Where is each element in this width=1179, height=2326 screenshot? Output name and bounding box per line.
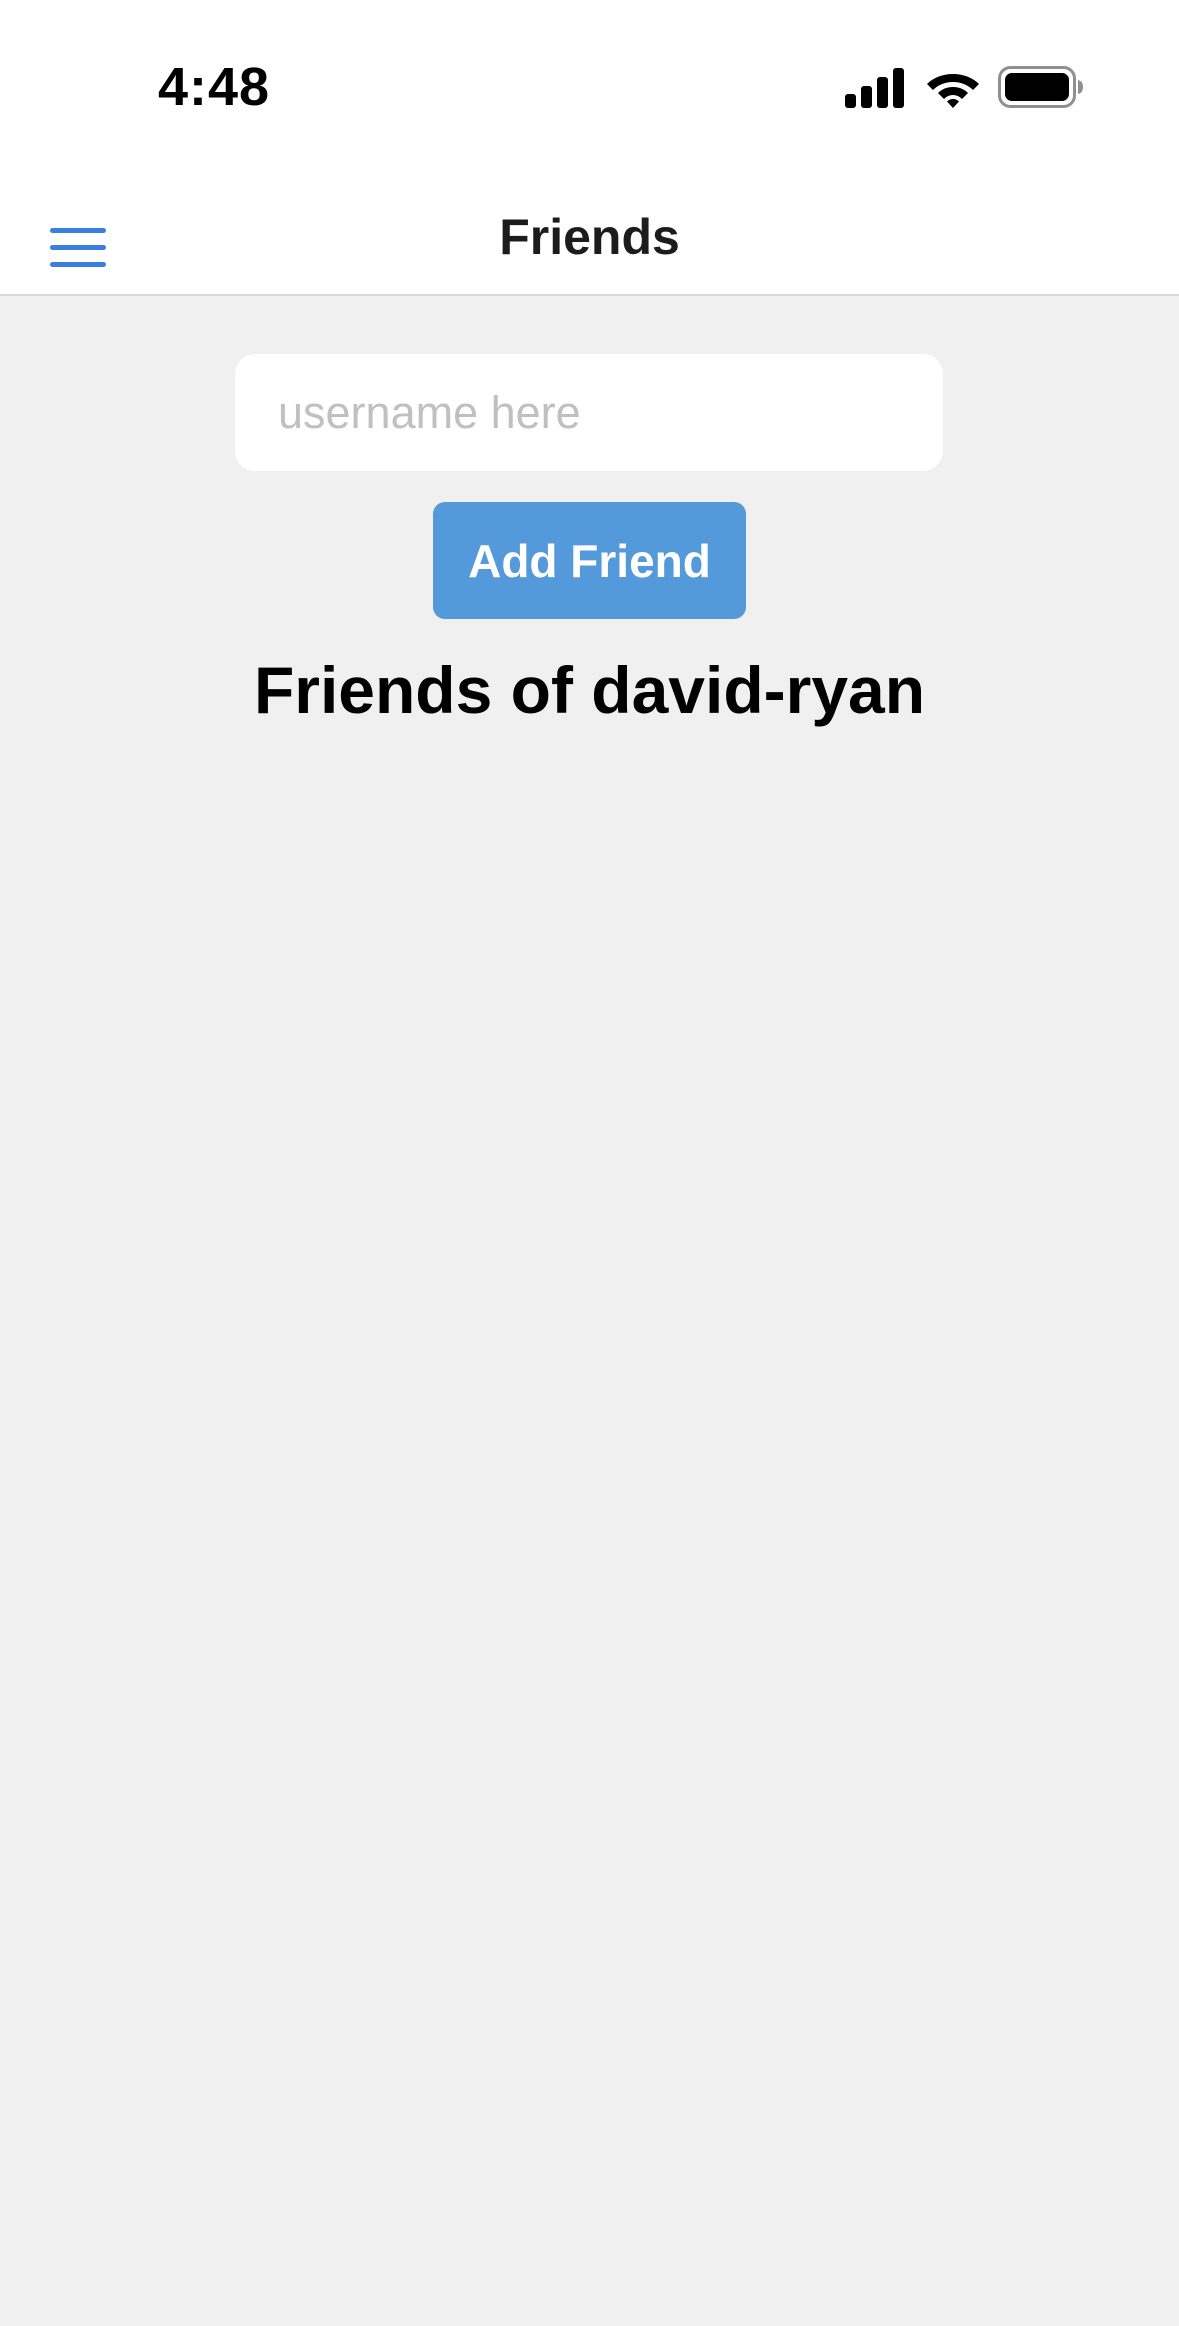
username-input[interactable]: [235, 354, 943, 471]
status-bar: 4:48: [0, 0, 1179, 180]
battery-icon: [998, 66, 1083, 108]
friends-list: [0, 760, 1179, 2260]
nav-bar: Friends: [0, 180, 1179, 296]
status-time: 4:48: [158, 57, 271, 117]
menu-button[interactable]: [40, 202, 116, 274]
friends-heading: Friends of david-ryan: [253, 653, 926, 727]
wifi-icon: [927, 74, 979, 108]
signal-icon: [845, 68, 904, 108]
hamburger-menu-icon[interactable]: [50, 228, 106, 268]
page-title: Friends: [499, 209, 680, 265]
add-friend-button[interactable]: Add Friend: [433, 502, 746, 619]
